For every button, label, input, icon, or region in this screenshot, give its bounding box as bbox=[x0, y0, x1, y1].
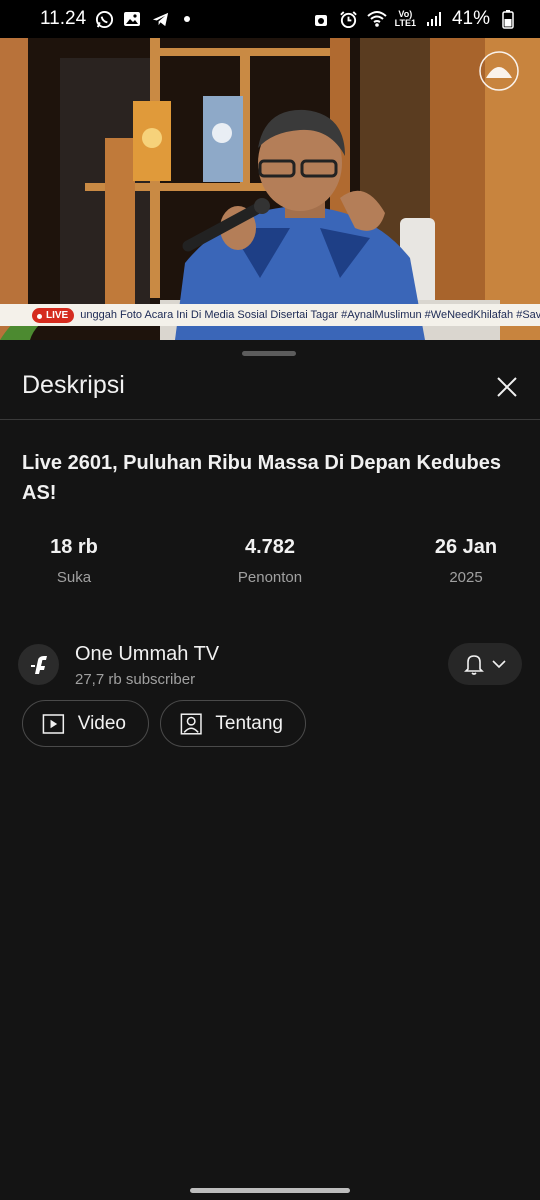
stat-label: 2025 bbox=[449, 569, 483, 586]
channel-chips: Video Tentang bbox=[22, 700, 306, 747]
network-label-bottom: LTE1 bbox=[394, 18, 416, 28]
close-icon bbox=[497, 377, 517, 397]
sheet-title: Deskripsi bbox=[22, 371, 125, 399]
video-frame bbox=[0, 38, 540, 340]
channel-avatar[interactable] bbox=[18, 644, 59, 685]
bell-icon bbox=[464, 655, 484, 675]
description-sheet: Deskripsi Live 2601, Puluhan Ribu Massa … bbox=[0, 340, 540, 1200]
videos-chip-label: Video bbox=[77, 712, 126, 734]
about-chip-label: Tentang bbox=[215, 712, 283, 734]
ticker-text: unggah Foto Acara Ini Di Media Sosial Di… bbox=[80, 309, 540, 321]
stat-value: 26 Jan bbox=[434, 536, 498, 558]
signal-icon bbox=[424, 9, 444, 29]
status-bar: 11.24 Vo) LTE1 41% bbox=[0, 0, 540, 38]
stat-date: 26 Jan 2025 bbox=[376, 536, 540, 586]
wifi-icon bbox=[366, 9, 387, 29]
channel-logo-icon bbox=[30, 655, 47, 674]
notification-bell-button[interactable] bbox=[448, 643, 522, 685]
video-stats: 18 rb Suka 4.782 Penonton 26 Jan 2025 bbox=[0, 536, 540, 586]
gallery-icon bbox=[122, 9, 142, 29]
stat-label: Suka bbox=[56, 569, 92, 586]
whatsapp-icon bbox=[94, 9, 114, 29]
channel-subscribers: 27,7 rb subscriber bbox=[75, 671, 196, 688]
stat-label: Penonton bbox=[237, 569, 303, 586]
profile-box-icon bbox=[180, 712, 202, 735]
notification-dot-icon bbox=[184, 16, 191, 22]
play-box-icon bbox=[42, 713, 65, 734]
stat-viewers: 4.782 Penonton bbox=[180, 536, 360, 586]
drag-handle[interactable] bbox=[242, 351, 296, 356]
gesture-navigation-bar[interactable] bbox=[190, 1188, 350, 1193]
videos-chip[interactable]: Video bbox=[22, 700, 149, 747]
stat-likes: 18 rb Suka bbox=[0, 536, 164, 586]
stat-value: 4.782 bbox=[244, 536, 296, 558]
video-player[interactable]: LIVE unggah Foto Acara Ini Di Media Sosi… bbox=[0, 38, 540, 340]
live-badge: LIVE bbox=[32, 307, 75, 323]
battery-percent: 41% bbox=[451, 8, 490, 29]
news-ticker: LIVE unggah Foto Acara Ini Di Media Sosi… bbox=[0, 304, 540, 326]
stat-value: 18 rb bbox=[50, 536, 98, 558]
video-title: Live 2601, Puluhan Ribu Massa Di Depan K… bbox=[22, 452, 502, 504]
alarm-icon bbox=[339, 9, 359, 29]
close-button[interactable] bbox=[494, 374, 520, 400]
status-time: 11.24 bbox=[40, 8, 87, 29]
alarm-lock-icon bbox=[311, 9, 331, 29]
channel-name[interactable]: One Ummah TV bbox=[75, 643, 219, 666]
chevron-down-icon bbox=[492, 660, 506, 669]
about-chip[interactable]: Tentang bbox=[160, 700, 306, 747]
network-type: Vo) LTE1 bbox=[395, 10, 416, 28]
battery-icon bbox=[498, 9, 518, 29]
telegram-icon bbox=[150, 9, 170, 29]
channel-row[interactable]: One Ummah TV 27,7 rb subscriber bbox=[18, 640, 522, 688]
sheet-header: Deskripsi bbox=[0, 362, 540, 420]
